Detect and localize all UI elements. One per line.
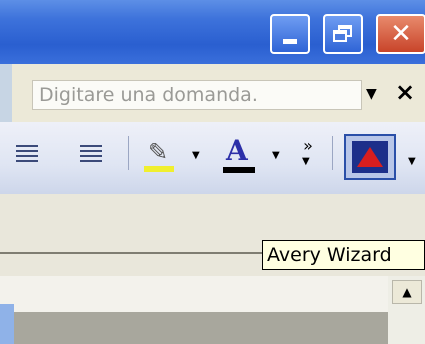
scroll-up-button[interactable]: ▲: [392, 280, 422, 304]
toolbar-separator: [128, 136, 129, 170]
restore-icon: [333, 25, 353, 43]
close-window-button[interactable]: ✕: [376, 14, 425, 54]
tooltip: Avery Wizard: [262, 240, 425, 270]
ask-question-input[interactable]: Digitare una domanda.: [32, 80, 362, 110]
highlight-dropdown-icon[interactable]: ▼: [192, 150, 200, 161]
highlighter-icon: ✎: [148, 138, 169, 166]
font-color-icon: A: [226, 134, 248, 167]
scroll-up-icon: ▲: [402, 285, 412, 299]
minimize-icon: [283, 38, 297, 44]
decrease-indent-icon[interactable]: [16, 140, 38, 166]
window-left-edge-lower: [0, 304, 14, 344]
toolbar-separator: [332, 136, 333, 170]
avery-wizard-icon: [352, 141, 388, 173]
document-background: [0, 312, 388, 344]
increase-indent-icon[interactable]: [80, 140, 102, 166]
ask-question-dropdown-icon[interactable]: ▼: [366, 86, 377, 102]
avery-wizard-button[interactable]: [344, 134, 396, 180]
toolbar-options-icon[interactable]: »: [298, 136, 318, 155]
font-color-button[interactable]: A: [220, 134, 256, 176]
highlight-color-swatch: [144, 166, 174, 172]
close-document-button[interactable]: ×: [395, 78, 415, 106]
ruler-line: [0, 252, 262, 254]
restore-button[interactable]: [323, 14, 363, 54]
font-color-swatch: [223, 167, 255, 173]
ask-question-placeholder: Digitare una domanda.: [39, 84, 258, 106]
tooltip-text: Avery Wizard: [267, 244, 392, 266]
highlight-button[interactable]: ✎: [140, 136, 176, 176]
avery-wizard-dropdown-icon[interactable]: ▼: [408, 156, 416, 167]
minimize-button[interactable]: [270, 14, 310, 54]
close-icon: ✕: [390, 19, 412, 49]
toolbar-options-dropdown-icon[interactable]: ▼: [302, 156, 310, 167]
font-color-dropdown-icon[interactable]: ▼: [272, 150, 280, 161]
